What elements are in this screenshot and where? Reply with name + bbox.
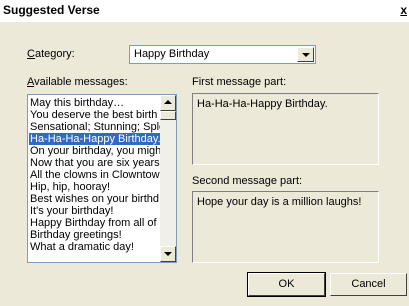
list-item[interactable]: What a dramatic day! <box>29 241 162 253</box>
first-part-text: Ha-Ha-Ha-Happy Birthday. <box>197 98 328 110</box>
category-select[interactable]: Happy Birthday <box>129 45 316 64</box>
arrow-down-icon <box>164 252 172 256</box>
second-part-text: Hope your day is a million laughs! <box>197 196 362 208</box>
category-label: Category: <box>27 48 75 60</box>
vertical-scrollbar[interactable] <box>160 95 176 262</box>
list-item[interactable]: Birthday greetings! <box>29 229 162 241</box>
ok-button[interactable]: OK <box>247 272 326 297</box>
available-messages-label: Available messages: <box>27 76 128 88</box>
scroll-thumb[interactable] <box>160 111 176 120</box>
list-item[interactable]: Ha-Ha-Ha-Happy Birthday. <box>29 133 162 145</box>
available-messages-list[interactable]: May this birthday… You deserve the best b… <box>27 94 177 263</box>
chevron-down-icon <box>302 53 310 57</box>
category-dropdown-button[interactable] <box>297 47 314 62</box>
list-item[interactable]: On your birthday, you migh <box>29 145 162 157</box>
list-item[interactable]: May this birthday… <box>29 97 162 109</box>
window-title: Suggested Verse <box>3 3 100 17</box>
second-part-label: Second message part: <box>192 175 303 187</box>
list-item[interactable]: Now that you are six years <box>29 157 162 169</box>
list-item[interactable]: Sensational; Stunning; Sple <box>29 121 162 133</box>
first-part-field[interactable]: Ha-Ha-Ha-Happy Birthday. <box>192 93 379 165</box>
suggested-verse-dialog: Suggested Verse x Category: Happy Birthd… <box>0 0 409 306</box>
list-items: May this birthday… You deserve the best b… <box>29 97 162 253</box>
list-item[interactable]: Hip, hip, hooray! <box>29 181 162 193</box>
scroll-down-button[interactable] <box>160 246 176 262</box>
list-item[interactable]: You deserve the best birth <box>29 109 162 121</box>
list-item[interactable]: Best wishes on your birthd <box>29 193 162 205</box>
second-part-field[interactable]: Hope your day is a million laughs! <box>192 191 379 263</box>
category-select-value: Happy Birthday <box>134 48 210 60</box>
scroll-up-button[interactable] <box>160 95 176 111</box>
list-item[interactable]: It's your birthday! <box>29 205 162 217</box>
cancel-button[interactable]: Cancel <box>330 273 407 296</box>
arrow-up-icon <box>164 100 172 104</box>
title-bar: Suggested Verse x <box>0 0 409 22</box>
close-icon[interactable]: x <box>400 3 407 17</box>
list-item[interactable]: All the clowns in Clowntowr <box>29 169 162 181</box>
first-part-label: First message part: <box>192 76 287 88</box>
list-item[interactable]: Happy Birthday from all of <box>29 217 162 229</box>
